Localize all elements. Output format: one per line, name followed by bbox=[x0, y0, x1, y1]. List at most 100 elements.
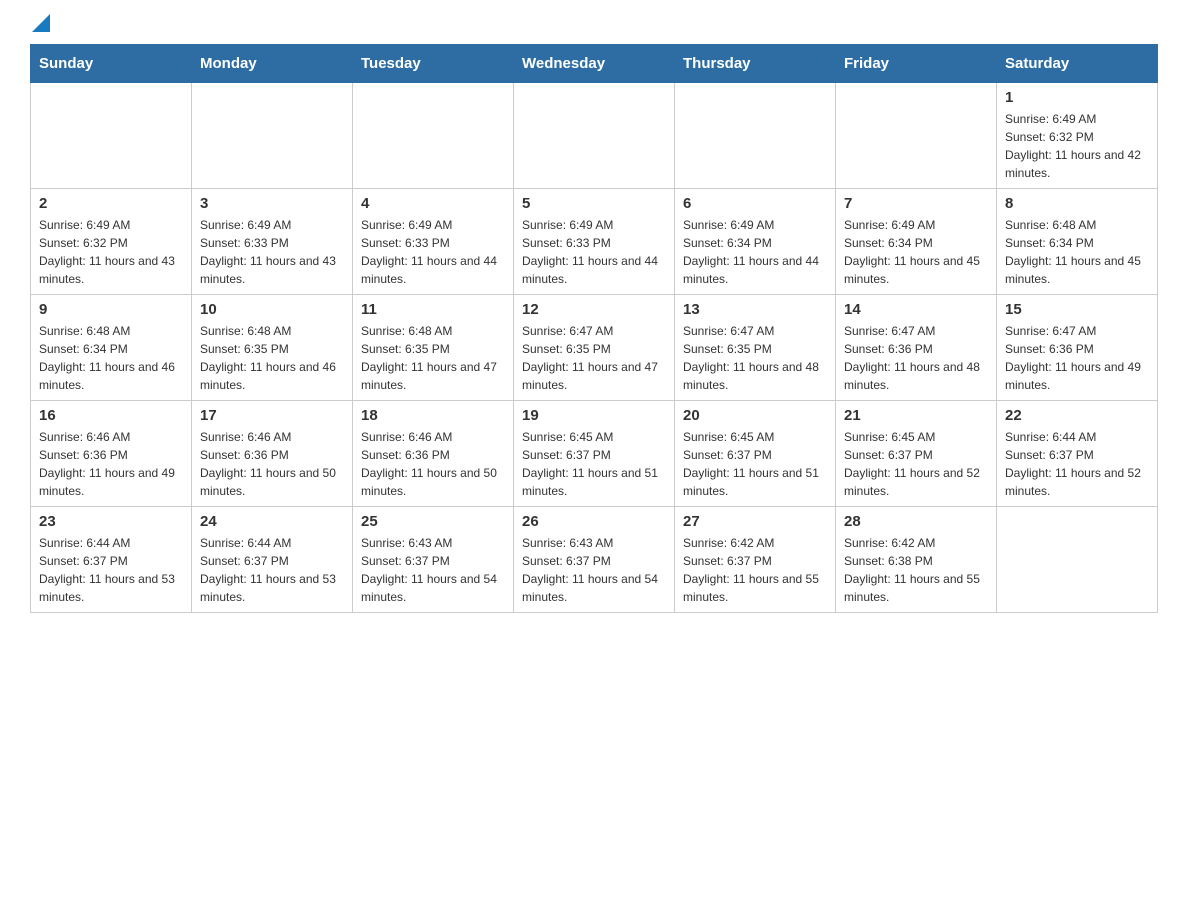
day-info: Sunrise: 6:49 AMSunset: 6:33 PMDaylight:… bbox=[361, 216, 505, 288]
calendar-cell: 22 Sunrise: 6:44 AMSunset: 6:37 PMDayligh… bbox=[997, 401, 1158, 507]
calendar-cell: 4 Sunrise: 6:49 AMSunset: 6:33 PMDaylight… bbox=[353, 189, 514, 295]
calendar-cell bbox=[836, 83, 997, 189]
calendar-cell: 26 Sunrise: 6:43 AMSunset: 6:37 PMDayligh… bbox=[514, 507, 675, 613]
calendar-cell bbox=[31, 83, 192, 189]
day-info: Sunrise: 6:49 AMSunset: 6:33 PMDaylight:… bbox=[200, 216, 344, 288]
calendar-cell bbox=[514, 83, 675, 189]
day-number: 1 bbox=[1005, 89, 1149, 106]
day-info: Sunrise: 6:43 AMSunset: 6:37 PMDaylight:… bbox=[361, 534, 505, 606]
day-number: 5 bbox=[522, 195, 666, 212]
day-number: 22 bbox=[1005, 407, 1149, 424]
day-info: Sunrise: 6:48 AMSunset: 6:34 PMDaylight:… bbox=[1005, 216, 1149, 288]
weekday-header-saturday: Saturday bbox=[997, 45, 1158, 83]
weekday-header-row: SundayMondayTuesdayWednesdayThursdayFrid… bbox=[31, 45, 1158, 83]
week-row-3: 9 Sunrise: 6:48 AMSunset: 6:34 PMDaylight… bbox=[31, 295, 1158, 401]
calendar-cell: 23 Sunrise: 6:44 AMSunset: 6:37 PMDayligh… bbox=[31, 507, 192, 613]
day-number: 2 bbox=[39, 195, 183, 212]
day-info: Sunrise: 6:46 AMSunset: 6:36 PMDaylight:… bbox=[361, 428, 505, 500]
calendar-cell: 17 Sunrise: 6:46 AMSunset: 6:36 PMDayligh… bbox=[192, 401, 353, 507]
day-info: Sunrise: 6:49 AMSunset: 6:34 PMDaylight:… bbox=[844, 216, 988, 288]
day-number: 19 bbox=[522, 407, 666, 424]
calendar-cell: 2 Sunrise: 6:49 AMSunset: 6:32 PMDaylight… bbox=[31, 189, 192, 295]
weekday-header-wednesday: Wednesday bbox=[514, 45, 675, 83]
logo bbox=[30, 20, 50, 28]
calendar-cell: 5 Sunrise: 6:49 AMSunset: 6:33 PMDaylight… bbox=[514, 189, 675, 295]
day-info: Sunrise: 6:47 AMSunset: 6:36 PMDaylight:… bbox=[844, 322, 988, 394]
day-number: 8 bbox=[1005, 195, 1149, 212]
day-number: 3 bbox=[200, 195, 344, 212]
calendar-cell: 12 Sunrise: 6:47 AMSunset: 6:35 PMDayligh… bbox=[514, 295, 675, 401]
day-number: 9 bbox=[39, 301, 183, 318]
day-number: 4 bbox=[361, 195, 505, 212]
calendar-cell: 14 Sunrise: 6:47 AMSunset: 6:36 PMDayligh… bbox=[836, 295, 997, 401]
week-row-2: 2 Sunrise: 6:49 AMSunset: 6:32 PMDaylight… bbox=[31, 189, 1158, 295]
day-number: 7 bbox=[844, 195, 988, 212]
calendar-cell: 25 Sunrise: 6:43 AMSunset: 6:37 PMDayligh… bbox=[353, 507, 514, 613]
day-info: Sunrise: 6:47 AMSunset: 6:35 PMDaylight:… bbox=[522, 322, 666, 394]
weekday-header-monday: Monday bbox=[192, 45, 353, 83]
day-number: 18 bbox=[361, 407, 505, 424]
day-info: Sunrise: 6:42 AMSunset: 6:38 PMDaylight:… bbox=[844, 534, 988, 606]
day-info: Sunrise: 6:48 AMSunset: 6:34 PMDaylight:… bbox=[39, 322, 183, 394]
day-number: 12 bbox=[522, 301, 666, 318]
day-info: Sunrise: 6:43 AMSunset: 6:37 PMDaylight:… bbox=[522, 534, 666, 606]
week-row-5: 23 Sunrise: 6:44 AMSunset: 6:37 PMDayligh… bbox=[31, 507, 1158, 613]
calendar-cell: 15 Sunrise: 6:47 AMSunset: 6:36 PMDayligh… bbox=[997, 295, 1158, 401]
day-number: 17 bbox=[200, 407, 344, 424]
weekday-header-friday: Friday bbox=[836, 45, 997, 83]
day-number: 10 bbox=[200, 301, 344, 318]
day-info: Sunrise: 6:46 AMSunset: 6:36 PMDaylight:… bbox=[200, 428, 344, 500]
calendar-cell: 27Sunrise: 6:42 AMSunset: 6:37 PMDayligh… bbox=[675, 507, 836, 613]
calendar-cell: 18 Sunrise: 6:46 AMSunset: 6:36 PMDayligh… bbox=[353, 401, 514, 507]
day-number: 14 bbox=[844, 301, 988, 318]
day-info: Sunrise: 6:45 AMSunset: 6:37 PMDaylight:… bbox=[844, 428, 988, 500]
day-info: Sunrise: 6:44 AMSunset: 6:37 PMDaylight:… bbox=[1005, 428, 1149, 500]
calendar-cell: 9 Sunrise: 6:48 AMSunset: 6:34 PMDaylight… bbox=[31, 295, 192, 401]
calendar-cell: 6Sunrise: 6:49 AMSunset: 6:34 PMDaylight… bbox=[675, 189, 836, 295]
day-number: 11 bbox=[361, 301, 505, 318]
day-number: 28 bbox=[844, 513, 988, 530]
day-info: Sunrise: 6:46 AMSunset: 6:36 PMDaylight:… bbox=[39, 428, 183, 500]
day-number: 23 bbox=[39, 513, 183, 530]
day-number: 20 bbox=[683, 407, 827, 424]
calendar-cell: 21 Sunrise: 6:45 AMSunset: 6:37 PMDayligh… bbox=[836, 401, 997, 507]
day-info: Sunrise: 6:49 AMSunset: 6:33 PMDaylight:… bbox=[522, 216, 666, 288]
calendar-cell bbox=[353, 83, 514, 189]
calendar-cell bbox=[192, 83, 353, 189]
day-info: Sunrise: 6:48 AMSunset: 6:35 PMDaylight:… bbox=[200, 322, 344, 394]
weekday-header-sunday: Sunday bbox=[31, 45, 192, 83]
calendar-cell: 13Sunrise: 6:47 AMSunset: 6:35 PMDayligh… bbox=[675, 295, 836, 401]
day-number: 25 bbox=[361, 513, 505, 530]
page-header bbox=[30, 20, 1158, 28]
calendar-cell bbox=[675, 83, 836, 189]
day-info: Sunrise: 6:49 AMSunset: 6:32 PMDaylight:… bbox=[1005, 110, 1149, 182]
day-number: 15 bbox=[1005, 301, 1149, 318]
day-info: Sunrise: 6:44 AMSunset: 6:37 PMDaylight:… bbox=[39, 534, 183, 606]
day-number: 26 bbox=[522, 513, 666, 530]
calendar-cell bbox=[997, 507, 1158, 613]
calendar-cell: 19 Sunrise: 6:45 AMSunset: 6:37 PMDayligh… bbox=[514, 401, 675, 507]
calendar-cell: 10 Sunrise: 6:48 AMSunset: 6:35 PMDayligh… bbox=[192, 295, 353, 401]
calendar-cell: 1 Sunrise: 6:49 AMSunset: 6:32 PMDaylight… bbox=[997, 83, 1158, 189]
day-info: Sunrise: 6:48 AMSunset: 6:35 PMDaylight:… bbox=[361, 322, 505, 394]
calendar-cell: 3 Sunrise: 6:49 AMSunset: 6:33 PMDaylight… bbox=[192, 189, 353, 295]
day-number: 21 bbox=[844, 407, 988, 424]
logo-triangle-icon bbox=[32, 14, 50, 32]
day-info: Sunrise: 6:45 AMSunset: 6:37 PMDaylight:… bbox=[683, 428, 827, 500]
day-number: 16 bbox=[39, 407, 183, 424]
day-number: 27 bbox=[683, 513, 827, 530]
day-info: Sunrise: 6:49 AMSunset: 6:34 PMDaylight:… bbox=[683, 216, 827, 288]
day-info: Sunrise: 6:47 AMSunset: 6:36 PMDaylight:… bbox=[1005, 322, 1149, 394]
week-row-4: 16 Sunrise: 6:46 AMSunset: 6:36 PMDayligh… bbox=[31, 401, 1158, 507]
day-info: Sunrise: 6:45 AMSunset: 6:37 PMDaylight:… bbox=[522, 428, 666, 500]
calendar-cell: 8 Sunrise: 6:48 AMSunset: 6:34 PMDaylight… bbox=[997, 189, 1158, 295]
calendar-table: SundayMondayTuesdayWednesdayThursdayFrid… bbox=[30, 44, 1158, 613]
weekday-header-tuesday: Tuesday bbox=[353, 45, 514, 83]
weekday-header-thursday: Thursday bbox=[675, 45, 836, 83]
day-number: 24 bbox=[200, 513, 344, 530]
calendar-cell: 24Sunrise: 6:44 AMSunset: 6:37 PMDayligh… bbox=[192, 507, 353, 613]
calendar-cell: 28 Sunrise: 6:42 AMSunset: 6:38 PMDayligh… bbox=[836, 507, 997, 613]
day-info: Sunrise: 6:49 AMSunset: 6:32 PMDaylight:… bbox=[39, 216, 183, 288]
calendar-cell: 16 Sunrise: 6:46 AMSunset: 6:36 PMDayligh… bbox=[31, 401, 192, 507]
calendar-cell: 11 Sunrise: 6:48 AMSunset: 6:35 PMDayligh… bbox=[353, 295, 514, 401]
